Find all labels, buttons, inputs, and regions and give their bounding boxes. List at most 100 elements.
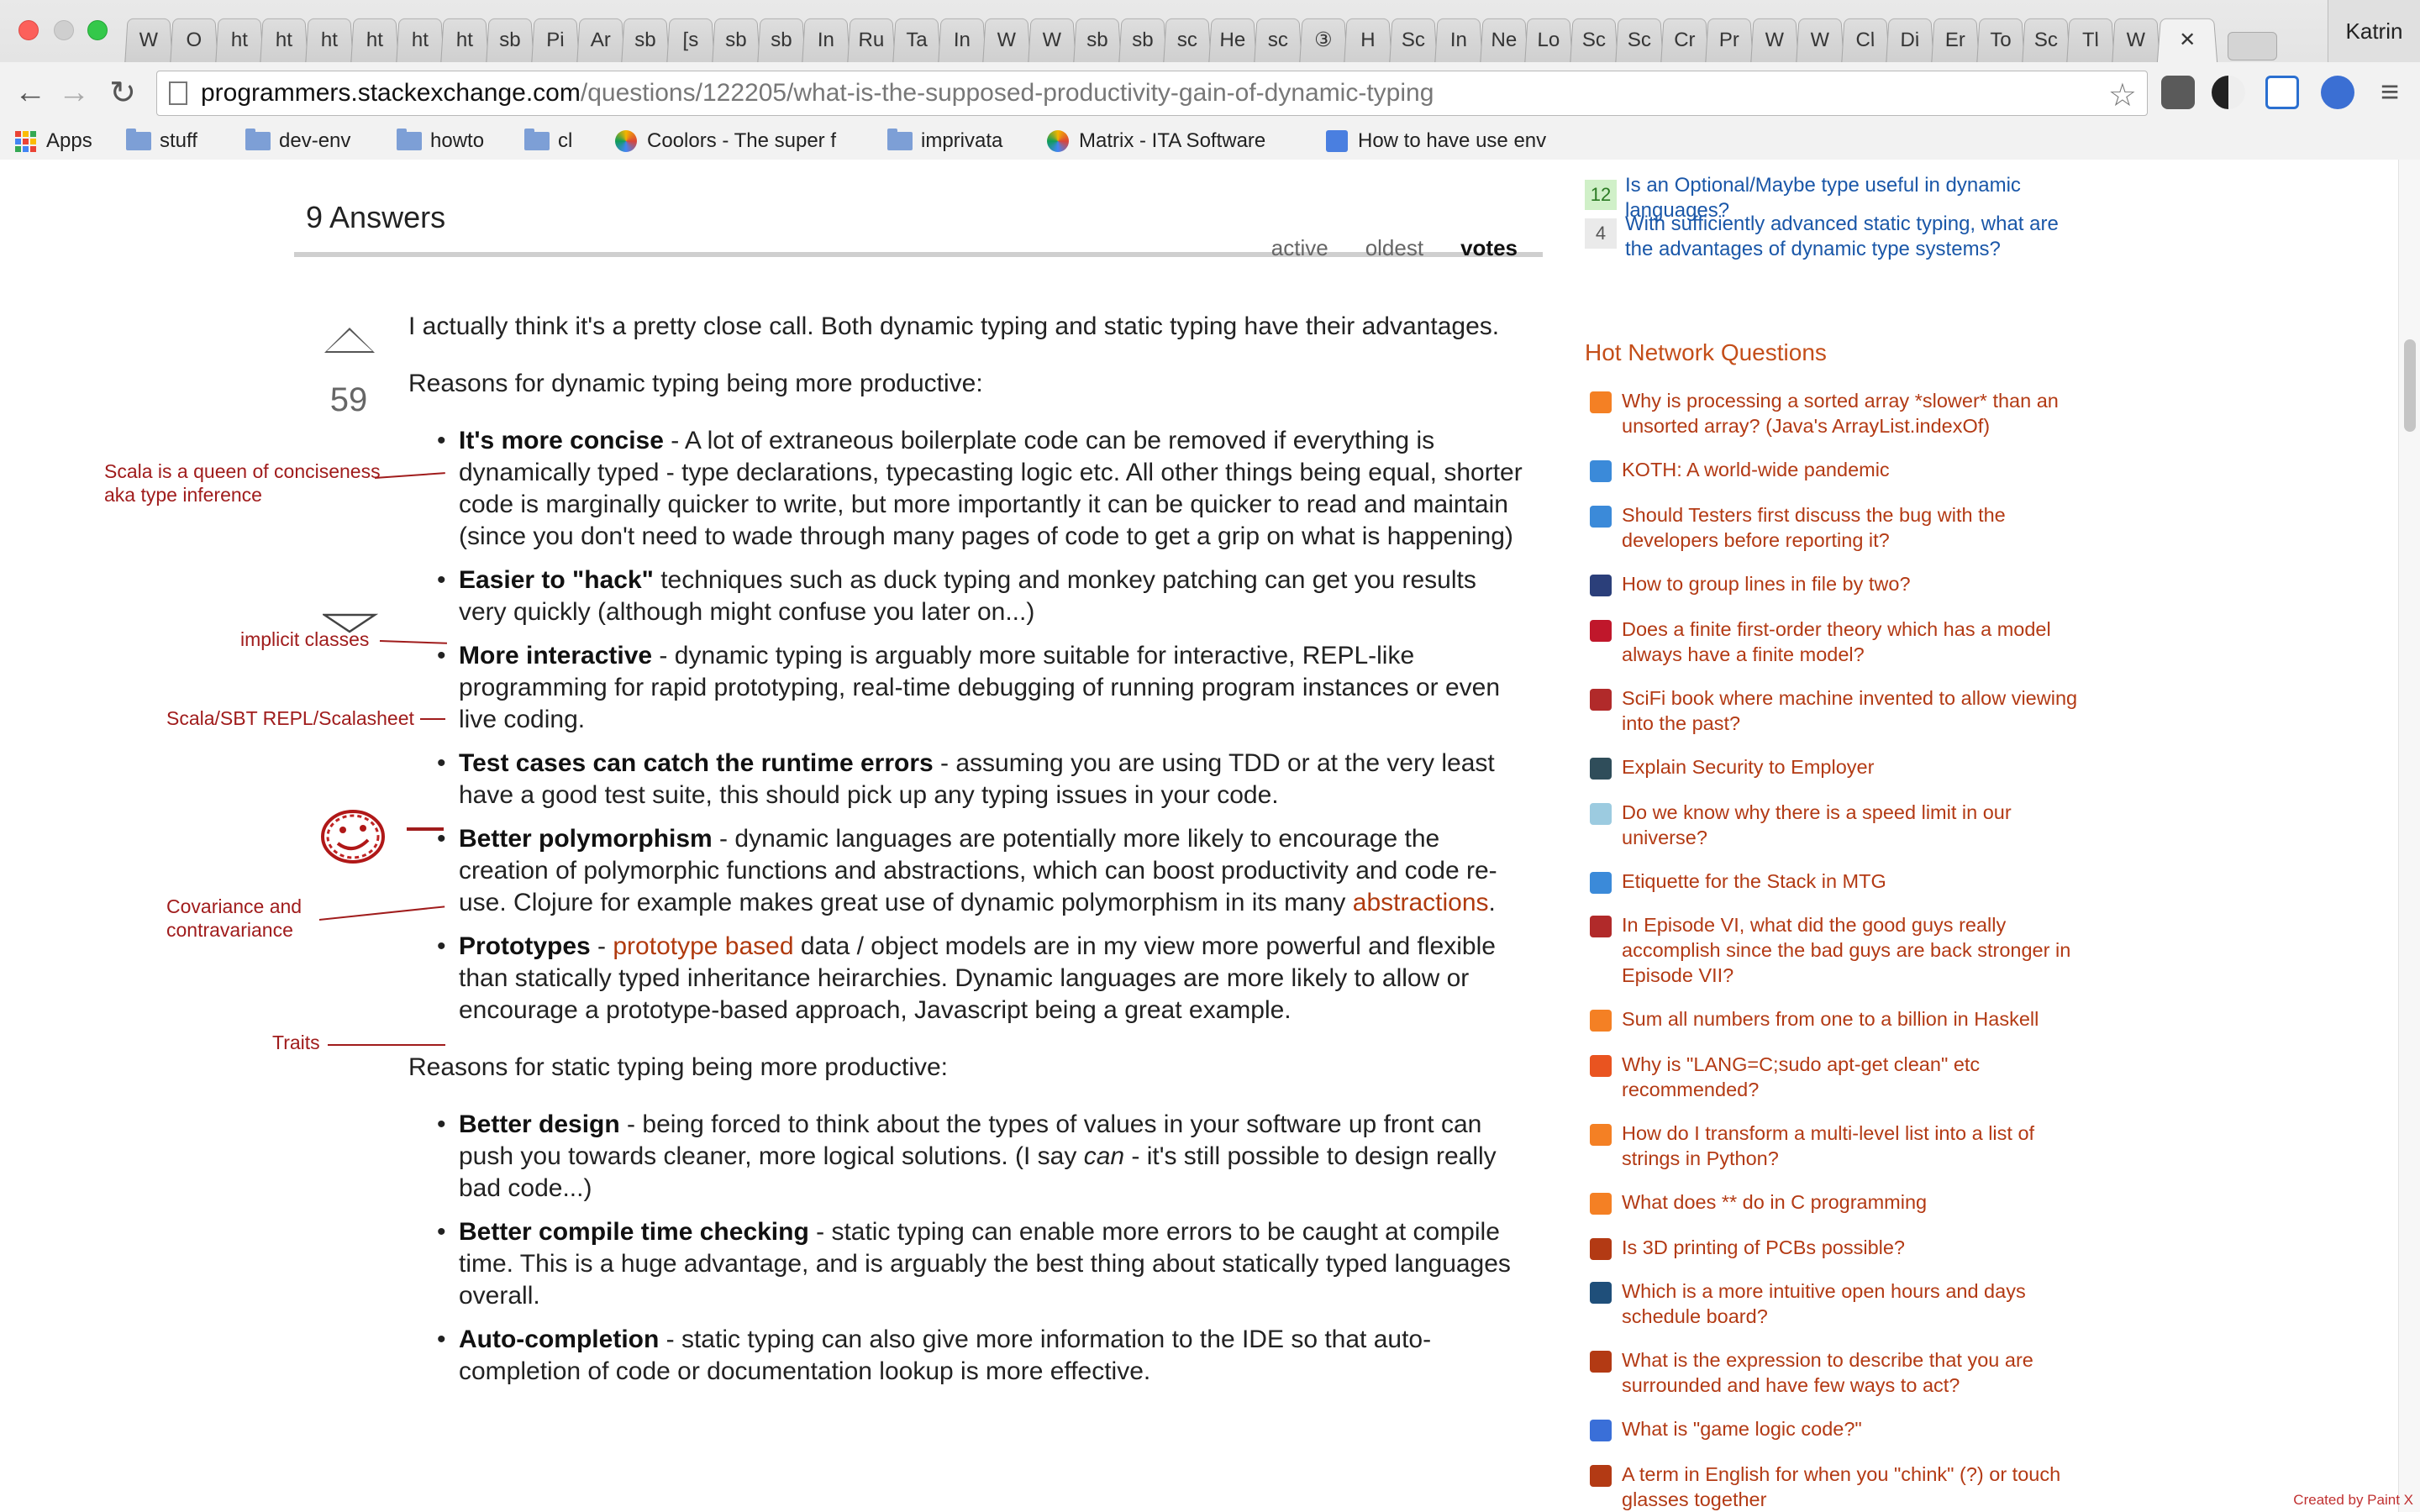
hnq-title[interactable]: Explain Security to Employer <box>1622 756 1874 778</box>
hnq-title[interactable]: Sum all numbers from one to a billion in… <box>1622 1008 2039 1030</box>
browser-tab[interactable]: Tl <box>2066 18 2115 64</box>
browser-tab[interactable]: Lo <box>1524 18 1573 64</box>
browser-tab[interactable]: W <box>1795 18 1844 64</box>
browser-tab[interactable]: W <box>1750 18 1799 64</box>
hnq-item[interactable]: How to group lines in file by two? <box>1585 571 2089 596</box>
hnq-title[interactable]: Does a finite first-order theory which h… <box>1622 618 2051 665</box>
back-icon[interactable]: ← <box>12 74 49 111</box>
hnq-item[interactable]: In Episode VI, what did the good guys re… <box>1585 912 2089 988</box>
hnq-item[interactable]: Explain Security to Employer <box>1585 754 2089 780</box>
upvote-icon[interactable] <box>324 328 375 353</box>
browser-tab[interactable]: [s <box>666 18 715 64</box>
browser-tab[interactable]: sb <box>711 18 760 64</box>
browser-tab[interactable]: sb <box>1118 18 1167 64</box>
bookmark-folder[interactable]: imprivata <box>887 128 1002 155</box>
hnq-title[interactable]: What is "game logic code?" <box>1622 1418 1862 1440</box>
hnq-item[interactable]: Which is a more intuitive open hours and… <box>1585 1278 2089 1329</box>
extension-icon[interactable] <box>2321 76 2354 109</box>
browser-tab[interactable]: W <box>2112 18 2160 64</box>
hnq-item[interactable]: Should Testers first discuss the bug wit… <box>1585 502 2089 553</box>
sort-tab-votes[interactable]: votes <box>1460 235 1518 261</box>
forward-icon[interactable]: → <box>55 74 92 111</box>
browser-tab[interactable]: sb <box>486 18 534 64</box>
bookmark-apps[interactable]: Apps <box>15 128 92 155</box>
browser-tab[interactable]: sc <box>1253 18 1302 64</box>
browser-tab[interactable]: ht <box>260 18 308 64</box>
browser-tab[interactable]: ht <box>214 18 264 64</box>
browser-tab[interactable]: sb <box>756 18 806 64</box>
browser-tab[interactable]: ht <box>305 18 354 64</box>
hnq-title[interactable]: Which is a more intuitive open hours and… <box>1622 1280 2026 1327</box>
hnq-title[interactable]: Etiquette for the Stack in MTG <box>1622 870 1886 892</box>
browser-tab[interactable]: W <box>982 18 1031 64</box>
sort-tab-active[interactable]: active <box>1271 235 1328 261</box>
bookmark-site[interactable]: Coolors - The super f <box>615 128 836 155</box>
hnq-item[interactable]: What is "game logic code?" <box>1585 1416 2089 1441</box>
window-maximize-button[interactable] <box>87 20 108 40</box>
browser-tab[interactable]: sb <box>1072 18 1122 64</box>
hnq-title[interactable]: Why is processing a sorted array *slower… <box>1622 390 2059 437</box>
window-minimize-button[interactable] <box>54 20 74 40</box>
new-tab-button[interactable] <box>2228 32 2277 60</box>
screenshot-icon[interactable] <box>2265 76 2299 109</box>
hnq-item[interactable]: KOTH: A world-wide pandemic <box>1585 457 2089 482</box>
bookmark-folder[interactable]: cl <box>524 128 572 155</box>
linked-title[interactable]: With sufficiently advanced static typing… <box>1625 212 2062 262</box>
bookmark-folder[interactable]: howto <box>397 128 484 155</box>
bookmark-doc[interactable]: How to have use env <box>1326 128 1546 155</box>
browser-tab[interactable]: In <box>1434 18 1483 64</box>
browser-tab[interactable]: Ta <box>892 18 941 64</box>
hnq-title[interactable]: SciFi book where machine invented to all… <box>1622 687 2077 734</box>
hnq-title[interactable]: Why is "LANG=C;sudo apt-get clean" etc r… <box>1622 1053 1980 1100</box>
browser-tab[interactable]: W <box>124 18 173 64</box>
hnq-title[interactable]: Is 3D printing of PCBs possible? <box>1622 1236 1905 1258</box>
browser-tab[interactable]: H <box>1344 18 1392 64</box>
browser-tab[interactable]: ③ <box>1298 18 1348 64</box>
hnq-title[interactable]: In Episode VI, what did the good guys re… <box>1622 914 2070 986</box>
tab-close-icon[interactable]: ✕ <box>2179 29 2196 53</box>
browser-tab[interactable]: Cr <box>1660 18 1709 64</box>
page-scrollbar[interactable] <box>2398 160 2420 1512</box>
hnq-title[interactable]: How do I transform a multi-level list in… <box>1622 1122 2034 1169</box>
browser-tab[interactable]: Ar <box>576 18 625 64</box>
browser-tab[interactable]: Pi <box>530 18 580 64</box>
browser-tab[interactable]: Sc <box>2021 18 2070 64</box>
browser-tab[interactable]: Di <box>1886 18 1934 64</box>
hnq-title[interactable]: What is the expression to describe that … <box>1622 1349 2033 1396</box>
hnq-title[interactable]: KOTH: A world-wide pandemic <box>1622 459 1890 480</box>
browser-tab[interactable]: ht <box>350 18 399 64</box>
browser-tab[interactable]: W <box>1028 18 1076 64</box>
reason-link[interactable]: prototype based <box>613 932 793 960</box>
browser-tab[interactable]: Sc <box>1570 18 1618 64</box>
hnq-item[interactable]: Why is "LANG=C;sudo apt-get clean" etc r… <box>1585 1052 2089 1102</box>
reload-icon[interactable]: ↻ <box>104 74 141 111</box>
browser-tab[interactable]: Cl <box>1840 18 1890 64</box>
browser-tab[interactable]: Ne <box>1479 18 1528 64</box>
browser-tab[interactable]: Sc <box>1614 18 1664 64</box>
browser-tab[interactable]: sc <box>1163 18 1212 64</box>
menu-icon[interactable]: ≡ <box>2371 74 2408 111</box>
hnq-item[interactable]: Do we know why there is a speed limit in… <box>1585 800 2089 850</box>
sort-tab-oldest[interactable]: oldest <box>1365 235 1423 261</box>
hnq-item[interactable]: Etiquette for the Stack in MTG <box>1585 869 2089 894</box>
bookmark-folder[interactable]: dev-env <box>245 128 350 155</box>
browser-tab[interactable]: ht <box>395 18 445 64</box>
hnq-item[interactable]: Does a finite first-order theory which h… <box>1585 617 2089 667</box>
browser-tab[interactable]: He <box>1208 18 1257 64</box>
browser-tab[interactable]: In <box>802 18 850 64</box>
hnq-title[interactable]: How to group lines in file by two? <box>1622 573 1911 595</box>
browser-tab[interactable]: ht <box>440 18 489 64</box>
hnq-item[interactable]: A term in English for when you "chink" (… <box>1585 1462 2089 1512</box>
hnq-item[interactable]: Is 3D printing of PCBs possible? <box>1585 1235 2089 1260</box>
hnq-item[interactable]: What does ** do in C programming <box>1585 1189 2089 1215</box>
hnq-title[interactable]: What does ** do in C programming <box>1622 1191 1927 1213</box>
hnq-title[interactable]: Should Testers first discuss the bug wit… <box>1622 504 2006 551</box>
hnq-item[interactable]: Sum all numbers from one to a billion in… <box>1585 1006 2089 1032</box>
scrollbar-thumb[interactable] <box>2404 339 2416 432</box>
hnq-item[interactable]: Why is processing a sorted array *slower… <box>1585 388 2089 438</box>
window-close-button[interactable] <box>18 20 39 40</box>
browser-tab[interactable]: To <box>1975 18 2025 64</box>
hnq-item[interactable]: SciFi book where machine invented to all… <box>1585 685 2089 736</box>
hnq-item[interactable]: What is the expression to describe that … <box>1585 1347 2089 1398</box>
browser-tab-active[interactable]: ✕ <box>2156 18 2218 64</box>
